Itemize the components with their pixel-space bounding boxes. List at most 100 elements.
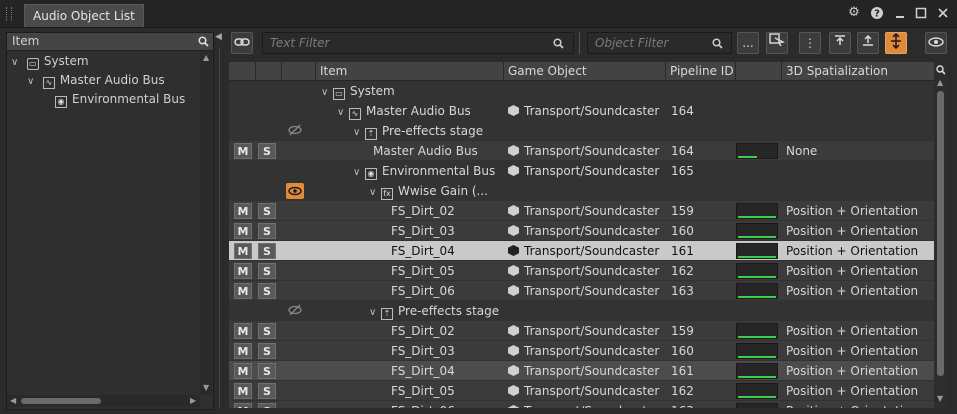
level-meter: [736, 363, 778, 379]
table-row[interactable]: M S Master Audio Bus Transport/Soundcaster 1…: [229, 141, 934, 161]
table-row[interactable]: M S FS_Dirt_03 Transport/Soundcaster 160 Posi…: [229, 221, 934, 241]
visibility-off-icon[interactable]: [286, 124, 304, 138]
drag-grip-icon[interactable]: [6, 7, 12, 21]
group-row[interactable]: ∨ ⇡ Pre-effects stage: [229, 301, 934, 321]
table-row[interactable]: M S FS_Dirt_04 Transport/Soundcaster 161 Posi…: [229, 241, 934, 261]
tree-item-system[interactable]: ∨ ▭ System: [7, 52, 201, 71]
chevron-down-icon[interactable]: ∨: [369, 183, 381, 203]
mute-button[interactable]: M: [234, 363, 252, 379]
chevron-down-icon[interactable]: ∨: [27, 72, 39, 91]
table-row[interactable]: M S FS_Dirt_04 Transport/Soundcaster 161 Posi…: [229, 361, 934, 381]
mute-button[interactable]: M: [234, 243, 252, 259]
maximize-icon[interactable]: [914, 6, 928, 20]
column-header-meter[interactable]: [735, 62, 781, 80]
group-row[interactable]: ∨ ▭ System: [229, 81, 934, 101]
mute-button[interactable]: M: [234, 263, 252, 279]
group-row[interactable]: ∨ ⇡ Pre-effects stage: [229, 121, 934, 141]
minimize-icon[interactable]: [893, 6, 907, 20]
chevron-down-icon[interactable]: ∨: [369, 303, 381, 323]
table-row[interactable]: M S FS_Dirt_03 Transport/Soundcaster 160 Posi…: [229, 341, 934, 361]
tree-item-environmental-bus[interactable]: ◉ Environmental Bus: [7, 90, 201, 109]
text-filter-input[interactable]: Text Filter: [262, 32, 574, 54]
column-header-game-object[interactable]: Game Object: [503, 62, 665, 80]
group-row[interactable]: ∨ ◉ Environmental Bus Transport/Soundcaster…: [229, 161, 934, 181]
search-icon[interactable]: [712, 38, 723, 49]
scroll-right-icon[interactable]: ▶: [190, 396, 196, 405]
solo-button[interactable]: S: [258, 143, 276, 159]
mute-button[interactable]: M: [234, 223, 252, 239]
solo-button[interactable]: S: [258, 383, 276, 399]
close-icon[interactable]: [936, 6, 950, 20]
scroll-down-icon[interactable]: ▼: [937, 394, 943, 403]
left-horizontal-scrollbar[interactable]: ◀ ▶: [7, 395, 200, 407]
visibility-icon[interactable]: [925, 32, 947, 54]
chevron-down-icon[interactable]: ∨: [337, 103, 349, 123]
table-row[interactable]: M S FS_Dirt_05 Transport/Soundcaster 162 Posi…: [229, 381, 934, 401]
item-cell: FS_Dirt_02: [391, 321, 455, 341]
scroll-left-icon[interactable]: ◀: [10, 396, 16, 405]
search-icon[interactable]: [198, 36, 209, 47]
table-vscroll-thumb[interactable]: [937, 91, 944, 376]
group-row[interactable]: ∨ fx Wwise Gain (...: [229, 181, 934, 201]
column-header-3d-spatialization[interactable]: 3D Spatialization: [781, 62, 934, 80]
solo-button[interactable]: S: [258, 263, 276, 279]
solo-button[interactable]: S: [258, 203, 276, 219]
game-object-label: Transport/Soundcaster: [524, 404, 659, 408]
group-row[interactable]: ∨ ∿ Master Audio Bus Transport/Soundcaster 1…: [229, 101, 934, 121]
solo-button[interactable]: S: [258, 223, 276, 239]
scroll-up-icon[interactable]: ▲: [203, 53, 209, 62]
chevron-down-icon[interactable]: ∨: [353, 123, 365, 143]
more-button[interactable]: ...: [737, 32, 759, 54]
tree-item-master-audio-bus[interactable]: ∨ ∿ Master Audio Bus: [7, 71, 201, 90]
solo-button[interactable]: S: [258, 323, 276, 339]
mute-button[interactable]: M: [234, 283, 252, 299]
gear-icon[interactable]: ⚙: [847, 6, 861, 20]
help-icon[interactable]: ?: [870, 6, 884, 20]
panel-splitter[interactable]: ◀: [214, 28, 224, 412]
scroll-down-icon[interactable]: ▼: [203, 383, 209, 392]
chevron-down-icon[interactable]: ∨: [321, 83, 333, 103]
chevron-down-icon[interactable]: ∨: [11, 53, 23, 72]
mute-button[interactable]: M: [234, 403, 252, 408]
options-menu-icon[interactable]: ⋮: [799, 32, 821, 54]
table-row[interactable]: M S FS_Dirt_02 Transport/Soundcaster 159 Posi…: [229, 321, 934, 341]
left-vertical-scrollbar[interactable]: ▲ ▼: [200, 51, 212, 395]
tab-audio-object-list[interactable]: Audio Object List: [24, 4, 144, 27]
game-object-icon: [508, 405, 519, 408]
search-icon[interactable]: [936, 65, 946, 75]
mute-button[interactable]: M: [234, 203, 252, 219]
solo-button[interactable]: S: [258, 363, 276, 379]
collapse-up-icon[interactable]: [829, 32, 851, 54]
object-filter-input[interactable]: Object Filter: [587, 32, 732, 54]
mute-button[interactable]: M: [234, 343, 252, 359]
column-header-pipeline-id[interactable]: Pipeline ID: [665, 62, 735, 80]
solo-button[interactable]: S: [258, 243, 276, 259]
solo-button[interactable]: S: [258, 283, 276, 299]
column-header-item[interactable]: Item: [315, 62, 503, 80]
left-hscroll-thumb[interactable]: [21, 398, 101, 404]
table-row[interactable]: MSFS_Dirt_06Transport/Soundcaster163Posi…: [229, 401, 934, 408]
scroll-up-icon[interactable]: ▲: [937, 78, 943, 87]
table-row[interactable]: MSFS_Dirt_06Transport/Soundcaster163Posi…: [229, 281, 934, 301]
column-header-s[interactable]: [255, 62, 281, 80]
table-row[interactable]: M S FS_Dirt_05 Transport/Soundcaster 162 Posi…: [229, 261, 934, 281]
item-label: FS_Dirt_05: [391, 264, 455, 278]
link-button[interactable]: [231, 32, 253, 54]
solo-button[interactable]: S: [258, 343, 276, 359]
column-header-m[interactable]: [229, 62, 255, 80]
visibility-on-icon[interactable]: [286, 183, 304, 199]
table-row[interactable]: M S FS_Dirt_02 Transport/Soundcaster 159 Posi…: [229, 201, 934, 221]
upload-icon[interactable]: [857, 32, 879, 54]
chevron-down-icon[interactable]: ∨: [353, 163, 365, 183]
search-icon[interactable]: [553, 38, 564, 49]
table-vertical-scrollbar[interactable]: ▲ ▼: [934, 62, 947, 408]
collapse-left-icon[interactable]: ◀: [215, 32, 222, 42]
solo-button[interactable]: S: [258, 403, 276, 408]
mute-button[interactable]: M: [234, 383, 252, 399]
column-header-visibility[interactable]: [281, 62, 315, 80]
mute-button[interactable]: M: [234, 323, 252, 339]
visibility-off-icon[interactable]: [286, 304, 304, 318]
expand-all-icon[interactable]: [885, 32, 907, 54]
mute-button[interactable]: M: [234, 143, 252, 159]
selection-filter-icon[interactable]: [766, 32, 788, 54]
